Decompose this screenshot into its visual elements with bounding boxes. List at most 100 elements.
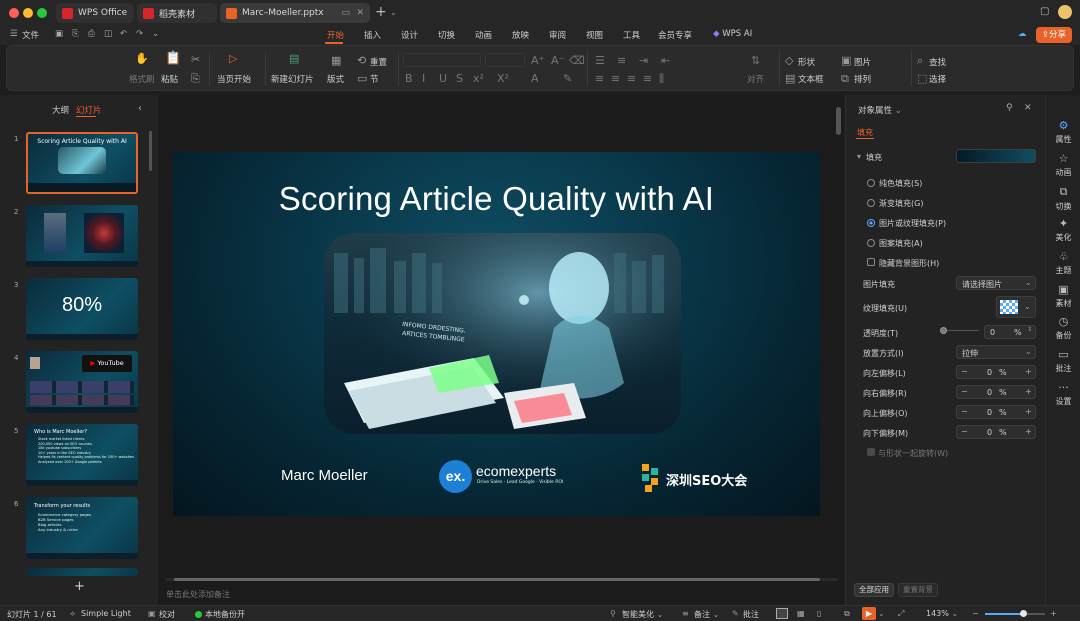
offset-down-stepper[interactable]: − 0 % + <box>956 425 1036 439</box>
more-chevron-icon[interactable]: ⌄ <box>152 29 159 39</box>
cut-icon[interactable]: ✂ <box>191 54 200 65</box>
tab-home[interactable]: 开始 <box>327 29 344 41</box>
fill-color-swatch[interactable] <box>956 149 1036 163</box>
zoom-out-icon[interactable]: − <box>972 609 979 618</box>
paste-icon[interactable]: 📋 <box>165 52 181 65</box>
minus-icon[interactable]: − <box>961 407 968 416</box>
share-button[interactable]: ⇪分享 <box>1036 27 1072 43</box>
minus-icon[interactable]: − <box>961 427 968 436</box>
tab-animation[interactable]: 动画 <box>475 29 492 41</box>
sidebar-item-animation[interactable]: ☆ 动画 <box>1046 152 1080 178</box>
theme-name[interactable]: Simple Light <box>81 609 131 618</box>
canvas-vertical-scrollbar[interactable] <box>836 107 841 135</box>
slide-hero-image[interactable]: INFOMO DRDESTING. ARTICES TOMBLINGE <box>324 233 681 434</box>
format-painter-button[interactable]: 格式刷 <box>129 73 155 85</box>
tab-close-icon[interactable]: ✕ <box>356 8 364 18</box>
bullet-list-icon[interactable]: ☰ <box>595 55 605 66</box>
picture-fill-radio[interactable] <box>867 219 875 227</box>
play-slideshow-button[interactable]: ▶ <box>862 607 876 620</box>
layout-icon[interactable]: ▦ <box>331 55 341 66</box>
numbered-list-icon[interactable]: ≡ <box>617 55 626 66</box>
sidebar-item-theme[interactable]: ♧ 主题 <box>1046 250 1080 276</box>
new-slide-icon[interactable]: ▤ <box>289 53 299 64</box>
slides-tab[interactable]: 幻灯片 <box>76 104 102 116</box>
strikethrough-icon[interactable]: S <box>456 73 463 84</box>
underline-icon[interactable]: U <box>439 73 447 84</box>
tab-docer-materials[interactable]: 稻壳素材 <box>137 3 217 23</box>
file-menu[interactable]: 文件 <box>22 29 39 41</box>
start-from-current-button[interactable]: 当页开始 <box>217 73 251 85</box>
find-icon[interactable]: ⌕ <box>917 55 923 66</box>
tab-member[interactable]: 会员专享 <box>658 29 692 41</box>
align-right-icon[interactable]: ≡ <box>627 73 636 84</box>
spinner-icon[interactable]: ⇕ <box>1027 326 1032 333</box>
print-icon[interactable]: ⎙ <box>88 29 95 39</box>
cloud-sync-icon[interactable]: ☁ <box>1018 29 1027 39</box>
align-button[interactable]: 对齐 <box>747 73 764 85</box>
zoom-slider-handle[interactable] <box>1020 610 1027 617</box>
tab-tools[interactable]: 工具 <box>623 29 640 41</box>
select-icon[interactable]: ⬚ <box>917 73 927 84</box>
tab-review[interactable]: 审阅 <box>549 29 566 41</box>
slide-title[interactable]: Scoring Article Quality with AI <box>173 180 820 218</box>
copy-icon[interactable]: ⎘ <box>191 73 200 84</box>
offset-left-stepper[interactable]: − 0 % + <box>956 365 1036 379</box>
picture-source-select[interactable]: 请选择图片 ⌄ <box>956 276 1036 290</box>
avatar[interactable] <box>1058 5 1072 19</box>
add-slide-icon[interactable]: + <box>74 579 85 594</box>
sidebar-item-transitions[interactable]: ⧉ 切换 <box>1046 185 1080 212</box>
collapse-panel-icon[interactable]: ‹ <box>138 103 142 114</box>
scrollbar-thumb[interactable] <box>174 578 820 581</box>
canvas-horizontal-scrollbar[interactable] <box>166 578 838 581</box>
sidebar-item-comments[interactable]: ▭ 批注 <box>1046 348 1080 374</box>
outdent-icon[interactable]: ⇤ <box>661 55 670 66</box>
find-button[interactable]: 查找 <box>929 56 946 68</box>
shape-button[interactable]: 形状 <box>798 56 815 68</box>
transparency-slider-track[interactable] <box>947 330 979 331</box>
format-painter-icon[interactable]: ✋ <box>135 53 149 64</box>
tab-transitions[interactable]: 切换 <box>438 29 455 41</box>
zoom-in-icon[interactable]: + <box>1050 609 1057 618</box>
plus-icon[interactable]: + <box>1025 407 1032 416</box>
font-size-select[interactable] <box>485 53 525 67</box>
preview-icon[interactable]: ◫ <box>104 29 112 39</box>
sidebar-item-materials[interactable]: ▣ 素材 <box>1046 283 1080 309</box>
panel-header[interactable]: 对象属性 ⌄ <box>858 104 902 116</box>
offset-right-stepper[interactable]: − 0 % + <box>956 385 1036 399</box>
clear-format-icon[interactable]: ⌫ <box>569 55 585 66</box>
minus-icon[interactable]: − <box>961 387 968 396</box>
slide-thumbnail-2[interactable] <box>26 205 138 267</box>
proofread-button[interactable]: 校对 <box>159 609 175 620</box>
presenter-icon[interactable]: ⧉ <box>844 609 850 619</box>
highlight-icon[interactable]: ✎ <box>563 73 572 84</box>
slide-thumbnail-7-partial[interactable] <box>26 568 138 576</box>
arrange-icon[interactable]: ⧉ <box>841 73 849 84</box>
zoom-window-button[interactable] <box>37 8 47 18</box>
comments-button[interactable]: 批注 <box>743 609 759 620</box>
notes-button[interactable]: 备注 ⌄ <box>694 609 719 620</box>
zoom-level[interactable]: 143% ⌄ <box>926 609 958 618</box>
transparency-slider-handle[interactable] <box>940 327 947 334</box>
minus-icon[interactable]: − <box>961 367 968 376</box>
textbox-button[interactable]: 文本框 <box>798 73 824 85</box>
slide-thumbnail-1[interactable]: Scoring Article Quality with AI <box>26 132 138 194</box>
tab-view[interactable]: 视图 <box>586 29 603 41</box>
smart-beautify-button[interactable]: 智能美化 ⌄ <box>622 609 663 620</box>
backup-status[interactable]: 本地备份开 <box>205 609 245 620</box>
picture-button[interactable]: 图片 <box>854 56 871 68</box>
play-from-current-icon[interactable]: ▷ <box>229 53 237 64</box>
save-icon[interactable]: ▣ <box>55 29 63 39</box>
section-button[interactable]: 节 <box>370 73 379 85</box>
close-window-button[interactable] <box>9 8 19 18</box>
font-color-icon[interactable]: A <box>531 73 539 84</box>
align-center-icon[interactable]: ≡ <box>611 73 620 84</box>
shrink-font-icon[interactable]: A⁻ <box>551 55 564 66</box>
offset-up-stepper[interactable]: − 0 % + <box>956 405 1036 419</box>
justify-icon[interactable]: ≡ <box>643 73 652 84</box>
new-tab-plus-icon[interactable]: + <box>375 4 387 20</box>
apply-all-button[interactable]: 全部应用 <box>854 583 894 597</box>
placement-select[interactable]: 拉伸 ⌄ <box>956 345 1036 359</box>
shape-icon[interactable]: ◇ <box>785 55 793 66</box>
slide-thumbnail-5[interactable]: Who is Marc Moeller? Stock market listed… <box>26 424 138 486</box>
slide-sorter-icon[interactable]: ▦ <box>797 609 805 618</box>
